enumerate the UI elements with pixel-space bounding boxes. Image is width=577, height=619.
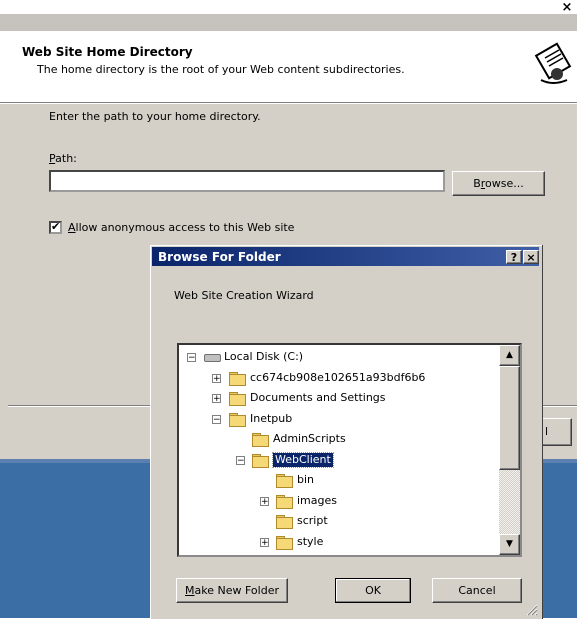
wizard-titlebar: [0, 14, 577, 31]
path-label: Path:: [49, 152, 77, 165]
wizard-title: Web Site Creation Wizard: [4, 1, 183, 15]
tree-node-label[interactable]: cc674cb908e102651a93bdf6b6: [250, 368, 425, 388]
tree-node-label[interactable]: script: [297, 511, 328, 531]
tree-node-label[interactable]: Local Disk (C:): [224, 347, 303, 367]
tree-node[interactable]: bin: [179, 470, 499, 490]
tree-node-label[interactable]: style: [297, 532, 323, 552]
tree-node[interactable]: AdminScripts: [179, 429, 499, 449]
scrollbar-thumb[interactable]: [499, 366, 520, 470]
help-icon[interactable]: ?: [506, 250, 522, 264]
folder-icon: [229, 412, 246, 427]
wizard-body-edge: [0, 104, 8, 459]
expand-icon[interactable]: +: [260, 537, 269, 547]
folder-icon: [276, 535, 293, 550]
tree-node[interactable]: + style: [179, 532, 499, 552]
folder-icon: [276, 494, 293, 509]
ok-button[interactable]: OK: [335, 578, 411, 603]
tree-node[interactable]: script: [179, 511, 499, 531]
wizard-button-partial[interactable]: l: [542, 418, 572, 446]
tree-node[interactable]: − Local Disk (C:): [179, 347, 499, 367]
folder-icon: [229, 371, 246, 386]
tree-node-label[interactable]: AdminScripts: [273, 429, 346, 449]
folder-tree[interactable]: − Local Disk (C:) + cc674cb908e102651a93bdf…: [177, 343, 522, 557]
tree-node-label[interactable]: images: [297, 491, 337, 511]
scroll-down-icon[interactable]: ▼: [499, 534, 520, 555]
anonymous-access-label[interactable]: Allow anonymous access to this Web site: [68, 221, 294, 234]
folder-icon: [276, 515, 293, 529]
tree-node-label[interactable]: Inetpub: [250, 409, 292, 429]
tree-node-label[interactable]: WebClient: [272, 451, 334, 468]
tree-node[interactable]: + cc674cb908e102651a93bdf6b6: [179, 368, 499, 388]
collapse-icon[interactable]: −: [236, 455, 245, 465]
browse-dialog-title: Browse For Folder: [158, 250, 281, 264]
tree-node[interactable]: + images: [179, 491, 499, 511]
certificate-wizard-icon: [534, 42, 572, 84]
path-input[interactable]: [49, 170, 445, 192]
open-folder-icon: [252, 453, 269, 468]
wizard-close-icon[interactable]: ×: [560, 0, 574, 16]
collapse-icon[interactable]: −: [187, 353, 196, 363]
folder-icon: [229, 392, 246, 406]
close-icon[interactable]: ×: [523, 250, 539, 264]
expand-icon[interactable]: +: [212, 373, 221, 383]
tree-node-label[interactable]: Documents and Settings: [250, 388, 386, 408]
make-new-folder-button[interactable]: Make New Folder: [176, 578, 288, 603]
path-prompt: Enter the path to your home directory.: [49, 110, 261, 123]
tree-node[interactable]: − WebClient: [179, 450, 499, 470]
wizard-header-title: Web Site Home Directory: [22, 45, 193, 59]
tree-node[interactable]: − Inetpub: [179, 409, 499, 429]
browse-dialog-description: Web Site Creation Wizard: [174, 289, 314, 302]
browse-button[interactable]: Browse...: [452, 171, 545, 196]
folder-icon: [276, 474, 293, 488]
wizard-header-subtitle: The home directory is the root of your W…: [37, 63, 405, 76]
resize-grip-icon[interactable]: [524, 602, 538, 616]
folder-icon: [252, 433, 269, 447]
anonymous-access-checkbox[interactable]: ✔: [49, 221, 62, 234]
expand-icon[interactable]: +: [260, 496, 269, 506]
scroll-up-icon[interactable]: ▲: [499, 345, 520, 366]
collapse-icon[interactable]: −: [212, 414, 221, 424]
tree-node[interactable]: + Documents and Settings: [179, 388, 499, 408]
drive-icon: [203, 352, 221, 362]
tree-node-label[interactable]: bin: [297, 470, 314, 490]
cancel-button[interactable]: Cancel: [432, 578, 522, 603]
expand-icon[interactable]: +: [212, 394, 221, 404]
